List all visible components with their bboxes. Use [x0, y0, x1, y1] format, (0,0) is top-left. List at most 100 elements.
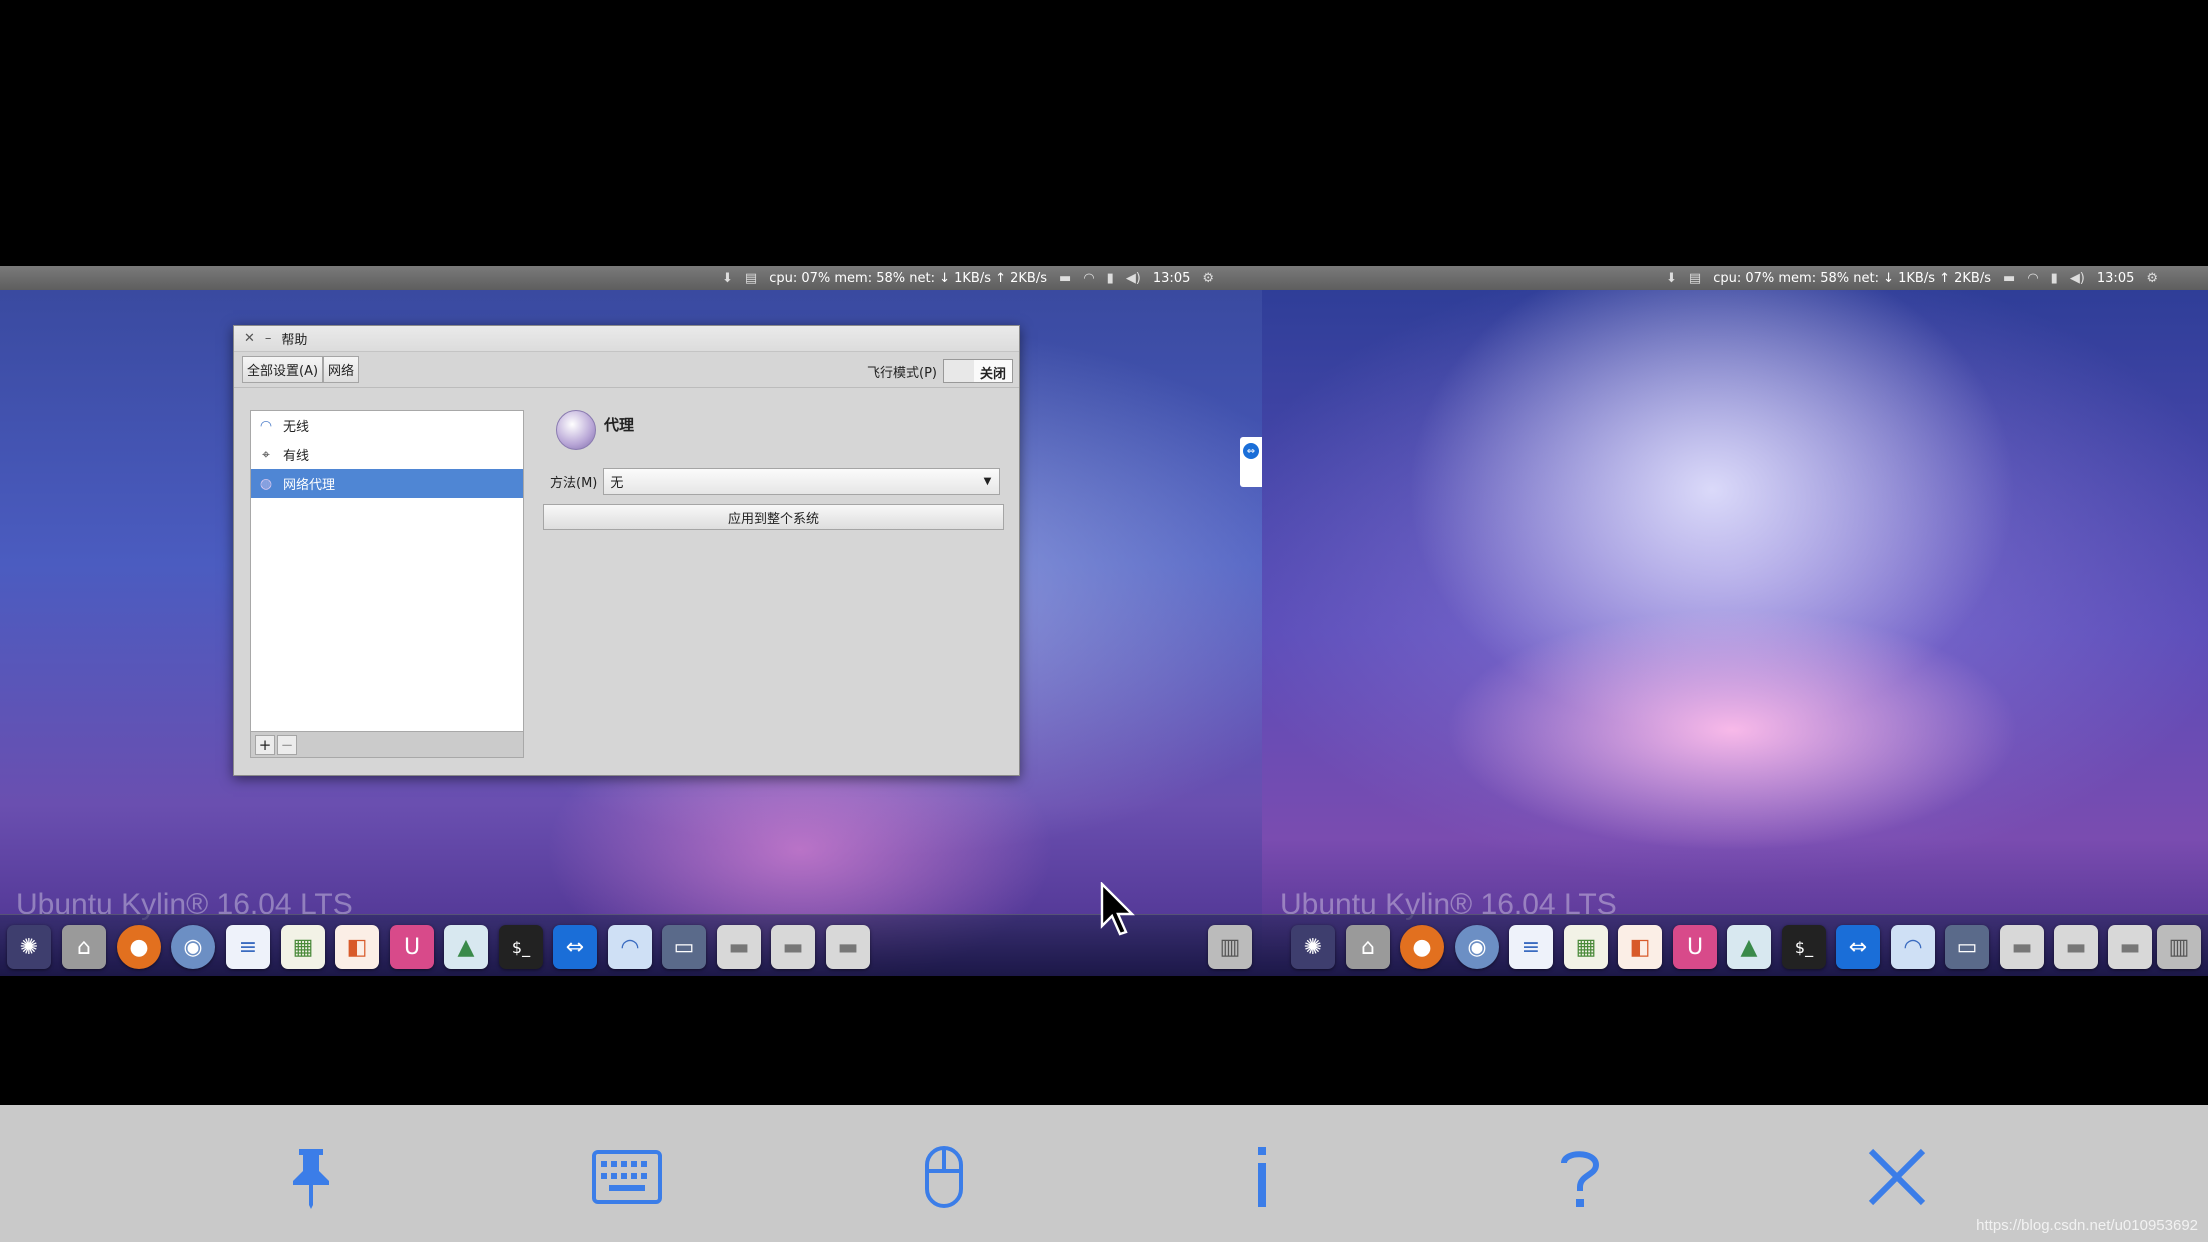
- software-center-icon[interactable]: U: [1673, 925, 1717, 969]
- list-item-label: 网络代理: [283, 478, 336, 493]
- drive-icon[interactable]: ▬: [771, 925, 815, 969]
- firefox-icon[interactable]: ●: [1400, 925, 1444, 969]
- chromium-icon[interactable]: ◉: [1455, 925, 1499, 969]
- presentation-icon[interactable]: ◧: [335, 925, 379, 969]
- close-icon[interactable]: [1861, 1141, 1933, 1213]
- minimize-window-icon[interactable]: –: [265, 331, 272, 346]
- method-label: 方法(M): [550, 476, 598, 491]
- teamviewer-side-tab[interactable]: ⇔: [1240, 437, 1262, 487]
- drive-icon[interactable]: ▬: [826, 925, 870, 969]
- apply-system-wide-button[interactable]: 应用到整个系统: [543, 504, 1004, 530]
- clock[interactable]: 13:05: [1153, 271, 1190, 286]
- drive-icon[interactable]: ▬: [717, 925, 761, 969]
- teamviewer-icon: ⇔: [1243, 443, 1259, 459]
- display-icon[interactable]: ▭: [1945, 925, 1989, 969]
- method-row: 方法(M) 无 ▼: [550, 468, 1001, 495]
- close-window-icon[interactable]: ✕: [244, 331, 255, 346]
- files-icon[interactable]: ⌂: [62, 925, 106, 969]
- terminal-icon[interactable]: $_: [1782, 925, 1826, 969]
- list-item-label: 无线: [283, 420, 310, 435]
- proxy-title: 代理: [604, 416, 635, 434]
- battery-icon[interactable]: ▮: [1107, 271, 1114, 286]
- clipboard-icon[interactable]: ▤: [745, 271, 757, 286]
- software-center-icon[interactable]: U: [390, 925, 434, 969]
- update-icon[interactable]: ⬇: [1666, 271, 1677, 286]
- add-connection-button[interactable]: +: [255, 734, 275, 755]
- chromium-icon[interactable]: ◉: [171, 925, 215, 969]
- wifi-icon[interactable]: ◠: [1083, 271, 1094, 286]
- wifi-icon: ◠: [259, 417, 273, 434]
- system-tray: ⬇ ▤ cpu: 07% mem: 58% net: ↓ 1KB/s ↑ 2KB…: [1666, 266, 2158, 290]
- remote-screen-left[interactable]: ⬇ ▤ cpu: 07% mem: 58% net: ↓ 1KB/s ↑ 2KB…: [0, 266, 1262, 976]
- drive-icon[interactable]: ▬: [2054, 925, 2098, 969]
- dash-icon[interactable]: ✺: [1291, 925, 1335, 969]
- pin-icon[interactable]: [275, 1141, 347, 1213]
- proxy-header: 代理: [556, 410, 634, 450]
- dock: ✺ ⌂ ● ◉ ≡ ▦ ◧ U ▲ $_ ⇔ ◠ ▭ ▬ ▬ ▬ ▥: [0, 914, 1262, 976]
- system-tray: ⬇ ▤ cpu: 07% mem: 58% net: ↓ 1KB/s ↑ 2KB…: [722, 266, 1214, 290]
- spreadsheet-icon[interactable]: ▦: [1564, 925, 1608, 969]
- dialog-title: 帮助: [281, 333, 308, 348]
- document-viewer-icon[interactable]: ≡: [226, 925, 270, 969]
- image-viewer-icon[interactable]: ▲: [1727, 925, 1771, 969]
- trash-icon[interactable]: ▥: [1208, 925, 1252, 969]
- wired-icon: ⌖: [262, 446, 270, 463]
- input-method-icon[interactable]: ▬: [1059, 271, 1071, 286]
- remote-viewer: ⬇ ▤ cpu: 07% mem: 58% net: ↓ 1KB/s ↑ 2KB…: [0, 0, 2208, 1242]
- method-select[interactable]: 无 ▼: [603, 468, 1001, 495]
- presentation-icon[interactable]: ◧: [1618, 925, 1662, 969]
- dash-icon[interactable]: ✺: [7, 925, 51, 969]
- files-icon[interactable]: ⌂: [1346, 925, 1390, 969]
- top-panel: ⬇ ▤ cpu: 07% mem: 58% net: ↓ 1KB/s ↑ 2KB…: [1262, 266, 2208, 290]
- mouse-icon[interactable]: [908, 1141, 980, 1213]
- trash-icon[interactable]: ▥: [2157, 925, 2201, 969]
- connection-list: ◠ 无线 ⌖ 有线 ◍ 网络代理: [250, 410, 524, 732]
- drive-icon[interactable]: ▬: [2000, 925, 2044, 969]
- firefox-icon[interactable]: ●: [117, 925, 161, 969]
- display-icon[interactable]: ▭: [662, 925, 706, 969]
- gear-icon[interactable]: ⚙: [1202, 271, 1214, 286]
- dock: ✺ ⌂ ● ◉ ≡ ▦ ◧ U ▲ $_ ⇔ ◠ ▭ ▬ ▬ ▬ ▥: [1262, 914, 2208, 976]
- teamviewer-icon[interactable]: ⇔: [553, 925, 597, 969]
- clipboard-icon[interactable]: ▤: [1689, 271, 1701, 286]
- terminal-icon[interactable]: $_: [499, 925, 543, 969]
- network-settings-dialog: ✕ – 帮助 全部设置(A) 网络 飞行模式(P) 关闭 ◠ 无线 ⌖ 有线 ◍…: [233, 325, 1020, 776]
- list-item-proxy[interactable]: ◍ 网络代理: [251, 469, 523, 498]
- network-settings-icon[interactable]: ◠: [1891, 925, 1935, 969]
- document-viewer-icon[interactable]: ≡: [1509, 925, 1553, 969]
- update-icon[interactable]: ⬇: [722, 271, 733, 286]
- battery-icon[interactable]: ▮: [2051, 271, 2058, 286]
- spreadsheet-icon[interactable]: ▦: [281, 925, 325, 969]
- teamviewer-icon[interactable]: ⇔: [1836, 925, 1880, 969]
- info-icon[interactable]: [1226, 1141, 1298, 1213]
- help-icon[interactable]: [1544, 1141, 1616, 1213]
- airplane-mode-label: 飞行模式(P): [867, 365, 937, 381]
- switch-track: [943, 360, 974, 382]
- drive-icon[interactable]: ▬: [2108, 925, 2152, 969]
- keyboard-icon[interactable]: [591, 1141, 663, 1213]
- system-stats: cpu: 07% mem: 58% net: ↓ 1KB/s ↑ 2KB/s: [1713, 270, 1992, 286]
- chevron-down-icon: ▼: [983, 476, 992, 487]
- remove-connection-button[interactable]: −: [277, 734, 297, 755]
- airplane-mode-group: 飞行模式(P) 关闭: [867, 359, 1013, 383]
- all-settings-button[interactable]: 全部设置(A): [242, 356, 324, 383]
- clock[interactable]: 13:05: [2097, 271, 2134, 286]
- gear-icon[interactable]: ⚙: [2146, 271, 2158, 286]
- list-item-wired[interactable]: ⌖ 有线: [251, 440, 523, 469]
- list-item-wireless[interactable]: ◠ 无线: [251, 411, 523, 440]
- image-viewer-icon[interactable]: ▲: [444, 925, 488, 969]
- desktop-wallpaper: [1262, 290, 2208, 976]
- wifi-icon[interactable]: ◠: [2027, 271, 2038, 286]
- volume-icon[interactable]: ◀): [2070, 271, 2085, 286]
- method-value: 无: [610, 476, 624, 491]
- airplane-mode-switch[interactable]: 关闭: [942, 359, 1013, 383]
- remote-control-bar: https://blog.csdn.net/u010953692: [0, 1105, 2208, 1242]
- proxy-globe-icon: [556, 410, 596, 450]
- volume-icon[interactable]: ◀): [1126, 271, 1141, 286]
- network-settings-icon[interactable]: ◠: [608, 925, 652, 969]
- top-panel: ⬇ ▤ cpu: 07% mem: 58% net: ↓ 1KB/s ↑ 2KB…: [0, 266, 1262, 290]
- network-breadcrumb-button[interactable]: 网络: [323, 356, 360, 383]
- remote-screen-right[interactable]: ⬇ ▤ cpu: 07% mem: 58% net: ↓ 1KB/s ↑ 2KB…: [1262, 266, 2208, 976]
- dialog-titlebar[interactable]: ✕ – 帮助: [234, 326, 1019, 352]
- input-method-icon[interactable]: ▬: [2003, 271, 2015, 286]
